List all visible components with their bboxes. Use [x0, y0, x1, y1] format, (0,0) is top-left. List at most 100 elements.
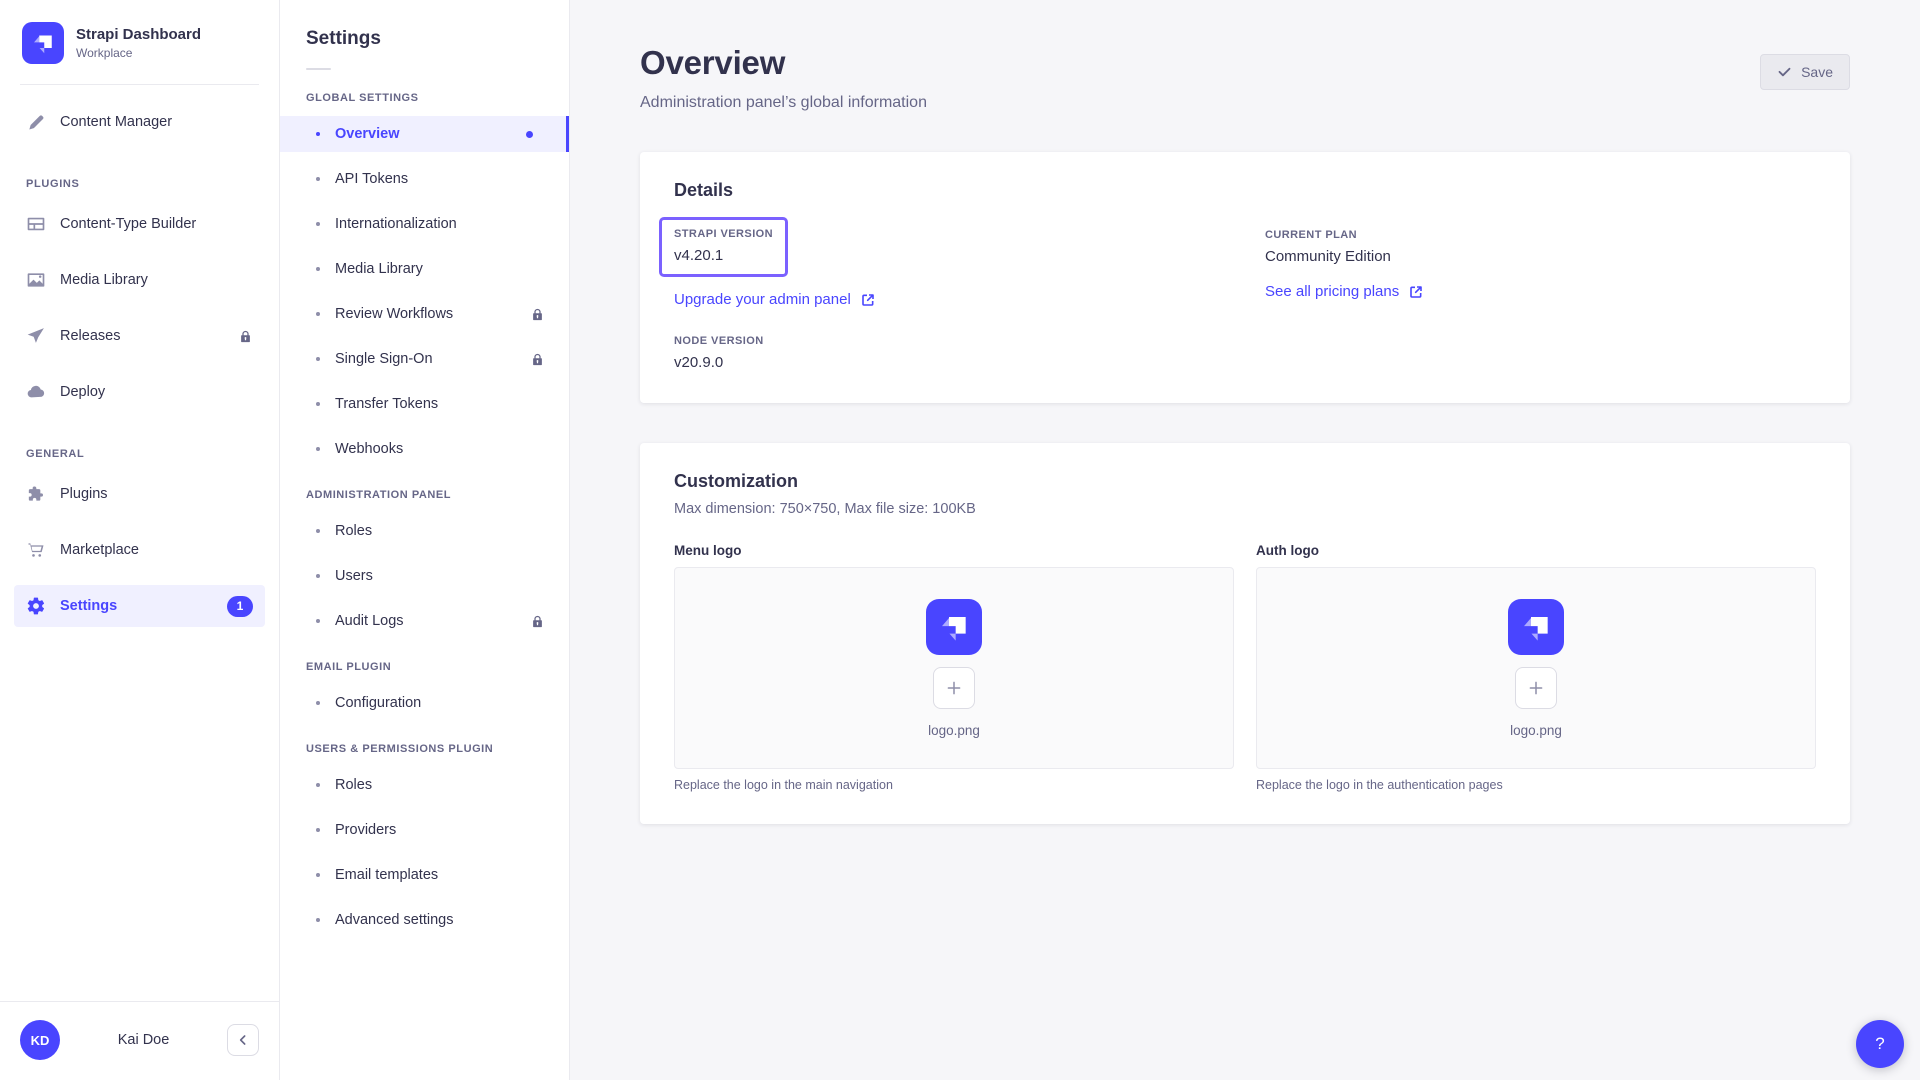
sidebar-item-label: Deploy [60, 384, 105, 400]
subnav-item-advanced-settings[interactable]: Advanced settings [280, 902, 569, 938]
sidebar-item-plugins[interactable]: Plugins [14, 473, 265, 515]
divider [20, 84, 259, 85]
subnav-item-users[interactable]: Users [280, 558, 569, 594]
details-card: Details STRAPI VERSION v4.20.1 Upgrade y… [640, 152, 1850, 403]
strapi-version-value: v4.20.1 [674, 247, 773, 264]
menu-logo-file-name: logo.png [928, 723, 980, 738]
auth-logo-label: Auth logo [1256, 543, 1816, 558]
page-title: Overview [640, 44, 927, 82]
save-button[interactable]: Save [1760, 54, 1850, 90]
subnav-item-label: Single Sign-On [335, 351, 433, 367]
strapi-logo-icon [926, 599, 982, 655]
menu-logo-label: Menu logo [674, 543, 1234, 558]
cloud-icon [26, 382, 46, 402]
help-button[interactable]: ? [1856, 1020, 1904, 1068]
subnav-item-label: Providers [335, 822, 396, 838]
menu-logo-upload-box[interactable]: logo.png [674, 567, 1234, 769]
lock-icon [530, 352, 545, 367]
subnav-item-providers[interactable]: Providers [280, 812, 569, 848]
auth-logo-hint: Replace the logo in the authentication p… [1256, 778, 1816, 792]
customization-heading: Customization [674, 471, 1816, 492]
menu-logo-hint: Replace the logo in the main navigation [674, 778, 1234, 792]
subnav-section-header-email-plugin: EMAIL PLUGIN [306, 661, 543, 673]
sidebar-section-header-general: GENERAL [26, 448, 253, 460]
bullet-icon [316, 357, 320, 361]
bullet-icon [316, 529, 320, 533]
subnav-section-header-users-permissions: USERS & PERMISSIONS PLUGIN [306, 743, 543, 755]
current-plan-value: Community Edition [1265, 248, 1816, 265]
subnav-item-label: Roles [335, 523, 372, 539]
auth-logo-upload-box[interactable]: logo.png [1256, 567, 1816, 769]
subnav-item-label: Webhooks [335, 441, 403, 457]
pricing-plans-link[interactable]: See all pricing plans [1265, 283, 1424, 300]
bullet-icon [316, 574, 320, 578]
subnav-item-media-library[interactable]: Media Library [280, 251, 569, 287]
page-header: Overview Administration panel’s global i… [640, 0, 1850, 112]
subnav-item-label: Internationalization [335, 216, 457, 232]
lock-icon [530, 307, 545, 322]
avatar[interactable]: KD [20, 1020, 60, 1060]
bullet-icon [316, 828, 320, 832]
add-logo-button[interactable] [1515, 667, 1557, 709]
sidebar-item-content-type-builder[interactable]: Content-Type Builder [14, 203, 265, 245]
sidebar-item-label: Releases [60, 328, 120, 344]
notification-dot-icon [526, 131, 533, 138]
main-sidebar: Strapi Dashboard Workplace Content Manag… [0, 0, 280, 1080]
subnav-item-up-roles[interactable]: Roles [280, 767, 569, 803]
subnav-item-label: Users [335, 568, 373, 584]
bullet-icon [316, 267, 320, 271]
current-plan-label: CURRENT PLAN [1265, 229, 1816, 241]
lock-icon [530, 614, 545, 629]
sidebar-item-content-manager[interactable]: Content Manager [14, 101, 265, 143]
customization-subtitle: Max dimension: 750×750, Max file size: 1… [674, 501, 1816, 517]
sidebar-item-settings[interactable]: Settings 1 [14, 585, 265, 627]
pricing-link-label: See all pricing plans [1265, 283, 1399, 300]
subnav-item-label: Advanced settings [335, 912, 454, 928]
sidebar-item-marketplace[interactable]: Marketplace [14, 529, 265, 571]
sidebar-item-deploy[interactable]: Deploy [14, 371, 265, 413]
subnav-item-audit-logs[interactable]: Audit Logs [280, 603, 569, 639]
subnav-item-api-tokens[interactable]: API Tokens [280, 161, 569, 197]
subnav-item-internationalization[interactable]: Internationalization [280, 206, 569, 242]
node-version-value: v20.9.0 [674, 354, 1225, 371]
save-button-label: Save [1801, 64, 1833, 80]
subnav-item-review-workflows[interactable]: Review Workflows [280, 296, 569, 332]
bullet-icon [316, 312, 320, 316]
gear-icon [26, 596, 46, 616]
upgrade-admin-panel-link[interactable]: Upgrade your admin panel [674, 291, 876, 308]
subnav-title: Settings [306, 28, 543, 50]
user-name: Kai Doe [60, 1032, 227, 1048]
subnav-item-transfer-tokens[interactable]: Transfer Tokens [280, 386, 569, 422]
subnav-item-single-sign-on[interactable]: Single Sign-On [280, 341, 569, 377]
brand-subtitle: Workplace [76, 46, 201, 60]
subnav-item-label: Overview [335, 126, 400, 142]
sidebar-item-label: Settings [60, 598, 117, 614]
question-icon: ? [1875, 1034, 1884, 1054]
details-heading: Details [674, 180, 1816, 201]
subnav-item-roles[interactable]: Roles [280, 513, 569, 549]
add-logo-button[interactable] [933, 667, 975, 709]
bullet-icon [316, 222, 320, 226]
subnav-item-email-templates[interactable]: Email templates [280, 857, 569, 893]
bullet-icon [316, 918, 320, 922]
collapse-sidebar-button[interactable] [227, 1024, 259, 1056]
subnav-item-configuration[interactable]: Configuration [280, 685, 569, 721]
subnav-item-label: API Tokens [335, 171, 408, 187]
main-content: Overview Administration panel’s global i… [570, 0, 1920, 1080]
subnav-item-overview[interactable]: Overview [280, 116, 569, 152]
pen-icon [26, 112, 46, 132]
strapi-logo-icon [1508, 599, 1564, 655]
cart-icon [26, 540, 46, 560]
puzzle-icon [26, 484, 46, 504]
sidebar-item-releases[interactable]: Releases [14, 315, 265, 357]
paper-plane-icon [26, 326, 46, 346]
sidebar-item-label: Marketplace [60, 542, 139, 558]
subnav-item-label: Media Library [335, 261, 423, 277]
subnav-item-webhooks[interactable]: Webhooks [280, 431, 569, 467]
bullet-icon [316, 701, 320, 705]
strapi-logo-icon [22, 22, 64, 64]
bullet-icon [316, 447, 320, 451]
sidebar-item-media-library[interactable]: Media Library [14, 259, 265, 301]
subnav-section-header-administration-panel: ADMINISTRATION PANEL [306, 489, 543, 501]
page-subtitle: Administration panel’s global informatio… [640, 94, 927, 112]
